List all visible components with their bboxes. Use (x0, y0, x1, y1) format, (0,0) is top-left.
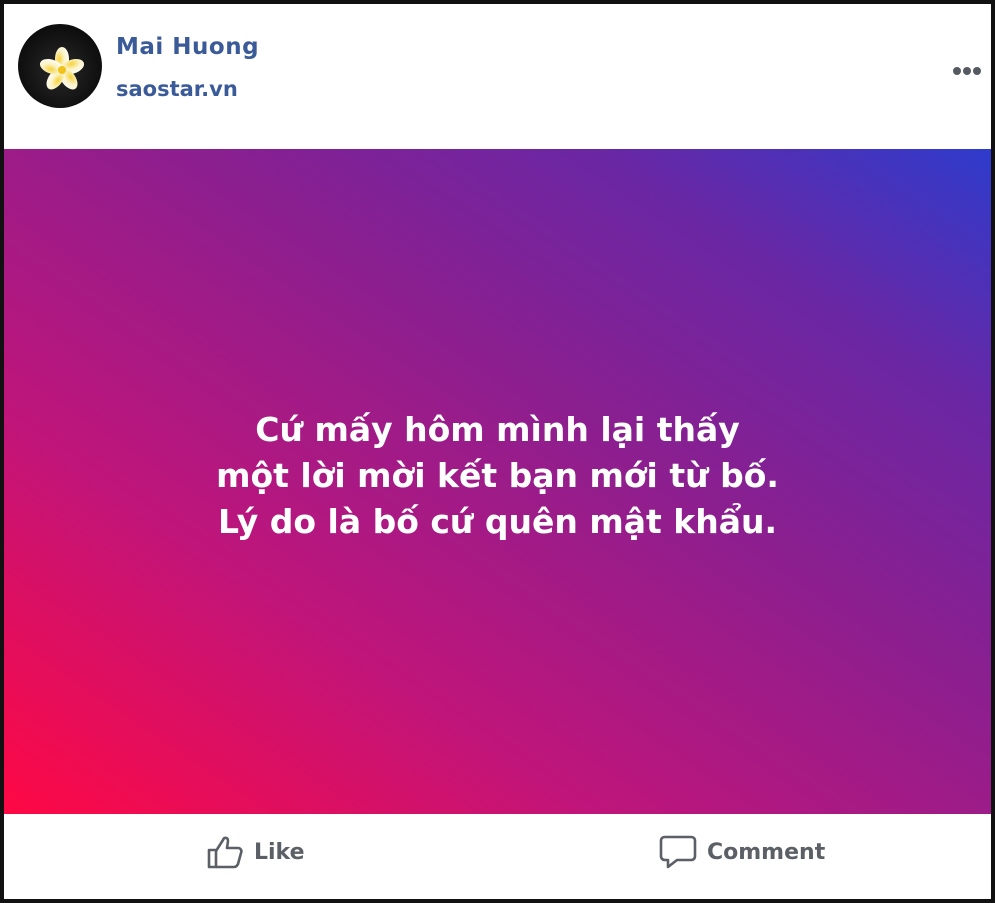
post-text-line: Cứ mấy hôm mình lại thấy (255, 410, 740, 449)
speech-bubble-icon (659, 835, 697, 869)
author-avatar[interactable] (18, 24, 102, 108)
more-options-icon[interactable] (953, 62, 987, 75)
post-background: Cứ mấy hôm mình lại thấy một lời mời kết… (4, 149, 991, 814)
post-card: Mai Huong saostar.vn Cứ mấy hôm mình lại… (0, 0, 995, 903)
post-header: Mai Huong saostar.vn (4, 4, 991, 149)
post-text: Cứ mấy hôm mình lại thấy một lời mời kết… (4, 407, 991, 545)
thumbs-up-icon (207, 836, 243, 869)
post-text-line: một lời mời kết bạn mới từ bố. (216, 456, 779, 495)
plumeria-flower-icon (39, 47, 85, 90)
like-label: Like (254, 839, 305, 865)
like-button[interactable]: Like (206, 830, 305, 874)
author-name[interactable]: Mai Huong (116, 34, 259, 60)
comment-label: Comment (707, 839, 826, 865)
comment-button[interactable]: Comment (659, 830, 825, 874)
post-text-line: Lý do là bố cứ quên mật khẩu. (217, 502, 778, 541)
post-action-bar: Like Comment (4, 814, 991, 899)
author-source[interactable]: saostar.vn (116, 77, 238, 101)
